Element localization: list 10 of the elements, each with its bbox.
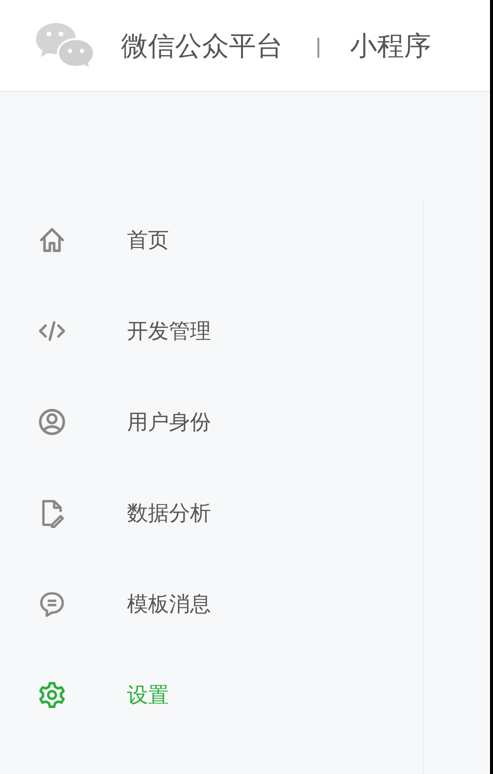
- platform-title: 微信公众平台: [121, 30, 283, 64]
- sidebar-item[interactable]: 数据分析: [0, 467, 423, 558]
- sidebar-item[interactable]: 用户身份: [0, 376, 423, 467]
- settings-icon: [37, 680, 67, 710]
- user-icon: [37, 406, 67, 436]
- sidebar-item[interactable]: 首页: [0, 194, 423, 285]
- sidebar-item[interactable]: 开发管理: [0, 285, 423, 376]
- product-name: 小程序: [350, 30, 431, 64]
- sidebar-item[interactable]: 模板消息: [0, 558, 423, 649]
- title-separator: |: [315, 34, 322, 58]
